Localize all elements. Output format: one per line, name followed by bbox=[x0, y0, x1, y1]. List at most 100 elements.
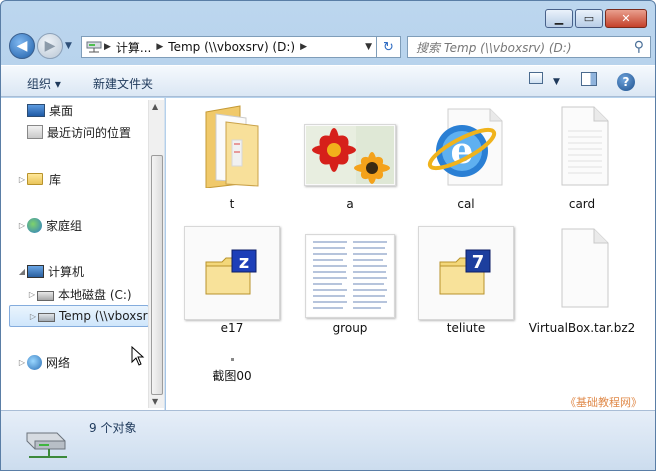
sidebar-item-libraries[interactable]: ▷ 库 bbox=[17, 168, 61, 190]
sidebar-item-label: 库 bbox=[49, 172, 62, 187]
breadcrumb-separator[interactable]: ▶ bbox=[156, 42, 163, 52]
file-item[interactable]: 截图00 bbox=[182, 342, 282, 386]
file-name: 截图00 bbox=[212, 369, 252, 383]
refresh-icon: ↻ bbox=[383, 39, 394, 55]
scroll-down-icon[interactable]: ▼ bbox=[152, 397, 158, 406]
sidebar-item-label: Temp (\\vboxsr bbox=[59, 309, 148, 323]
sidebar-item-label: 网络 bbox=[46, 355, 71, 370]
file-item[interactable]: VirtualBox.tar.bz2 bbox=[529, 224, 635, 336]
navigation-pane: 桌面 最近访问的位置 ▷ 库 ▷ 家庭组 ◢ 计算机 ▷ 本地磁盘 (C:) ▷ bbox=[1, 98, 165, 410]
computer-icon bbox=[27, 264, 44, 278]
mouse-cursor-icon bbox=[131, 346, 145, 366]
libraries-icon bbox=[27, 171, 45, 187]
sidebar-item-label: 最近访问的位置 bbox=[47, 125, 132, 140]
file-item[interactable]: a bbox=[300, 106, 400, 218]
expand-arrow-icon[interactable]: ▷ bbox=[28, 312, 38, 321]
file-item[interactable]: 7 teliute bbox=[416, 224, 516, 336]
recent-pages-button[interactable]: ▼ bbox=[65, 41, 72, 51]
recent-places-icon bbox=[27, 125, 43, 139]
sidebar-item-label: 家庭组 bbox=[46, 218, 83, 233]
forward-button[interactable]: ▶ bbox=[37, 33, 63, 59]
expand-arrow-icon[interactable]: ▷ bbox=[17, 175, 27, 184]
view-icon bbox=[529, 72, 543, 84]
forward-arrow-icon: ▶ bbox=[44, 38, 56, 54]
sidebar-item-homegroup[interactable]: ▷ 家庭组 bbox=[17, 214, 82, 236]
minimize-icon: ▁ bbox=[554, 12, 564, 25]
breadcrumb-separator[interactable]: ▶ bbox=[300, 42, 307, 52]
desktop-icon bbox=[27, 103, 45, 117]
expand-arrow-icon[interactable]: ▷ bbox=[17, 358, 27, 367]
file-name: e17 bbox=[220, 321, 244, 335]
breadcrumb-computer[interactable]: 计算... bbox=[116, 39, 151, 56]
preview-pane-button[interactable] bbox=[581, 72, 597, 86]
file-name: teliute bbox=[446, 321, 486, 335]
file-name: a bbox=[346, 197, 354, 211]
sidebar-item-desktop[interactable]: 桌面 bbox=[27, 99, 73, 121]
back-button[interactable]: ◀ bbox=[9, 33, 35, 59]
file-item[interactable]: group bbox=[300, 224, 400, 336]
file-name: VirtualBox.tar.bz2 bbox=[528, 321, 636, 335]
svg-text:7: 7 bbox=[472, 252, 485, 273]
file-item[interactable]: t bbox=[182, 105, 282, 218]
network-drive-large-icon bbox=[26, 432, 67, 458]
local-disk-icon bbox=[37, 291, 54, 301]
file-item[interactable]: z e17 bbox=[182, 224, 282, 336]
sidebar-item-label: 计算机 bbox=[48, 264, 85, 279]
sidebar-item-label: 桌面 bbox=[49, 103, 74, 118]
network-icon bbox=[27, 354, 42, 370]
search-placeholder: 搜索 Temp (\\vboxsrv) (D:) bbox=[416, 40, 572, 55]
refresh-button[interactable]: ↻ bbox=[377, 36, 401, 58]
command-bar: 组织 ▾ 新建文件夹 ▼ ? bbox=[1, 65, 655, 97]
address-dropdown-icon[interactable]: ▼ bbox=[365, 42, 372, 52]
flower-image-icon bbox=[304, 124, 396, 186]
file-name: card bbox=[568, 197, 596, 211]
sidebar-item-recent-places[interactable]: 最近访问的位置 bbox=[27, 121, 131, 143]
new-folder-button[interactable]: 新建文件夹 bbox=[93, 75, 153, 92]
help-icon: ? bbox=[617, 73, 635, 91]
sidebar-item-temp-drive[interactable]: ▷ Temp (\\vboxsr bbox=[9, 305, 149, 327]
search-icon[interactable]: ⚲ bbox=[634, 39, 644, 55]
collapse-arrow-icon[interactable]: ◢ bbox=[17, 267, 27, 276]
navigation-bar: ◀ ▶ ▼ ▶ 计算... ▶ Temp (\\vboxsrv) (D:) ▶ … bbox=[7, 33, 651, 61]
sidebar-item-local-disk-c[interactable]: ▷ 本地磁盘 (C:) bbox=[27, 283, 132, 305]
file-item[interactable]: e cal bbox=[416, 106, 516, 218]
view-options-dropdown-icon[interactable]: ▼ bbox=[553, 77, 560, 87]
expand-arrow-icon[interactable]: ▷ bbox=[17, 221, 27, 230]
back-arrow-icon: ◀ bbox=[16, 38, 28, 54]
ie-icon: e bbox=[426, 106, 506, 186]
sidebar-item-label: 本地磁盘 (C:) bbox=[58, 287, 132, 302]
sidebar-item-network[interactable]: ▷ 网络 bbox=[17, 351, 70, 373]
scroll-up-icon[interactable]: ▲ bbox=[152, 102, 158, 111]
nav-scrollbar[interactable]: ▲ ▼ bbox=[148, 100, 164, 408]
network-drive-icon bbox=[38, 312, 55, 322]
file-name: t bbox=[229, 197, 235, 211]
homegroup-icon bbox=[27, 217, 42, 233]
explorer-window: ▁ ▭ ✕ ◀ ▶ ▼ ▶ 计算... ▶ Temp (\\vboxsrv) (… bbox=[0, 0, 656, 471]
file-name: group bbox=[332, 321, 368, 335]
minimize-button[interactable]: ▁ bbox=[545, 9, 573, 28]
maximize-button[interactable]: ▭ bbox=[575, 9, 603, 28]
search-input[interactable]: 搜索 Temp (\\vboxsrv) (D:) ⚲ bbox=[407, 36, 651, 58]
folder-icon bbox=[192, 105, 272, 188]
item-count: 9 个对象 bbox=[89, 421, 137, 435]
organize-button[interactable]: 组织 ▾ bbox=[27, 75, 61, 92]
file-item[interactable]: card bbox=[532, 106, 632, 218]
expand-arrow-icon[interactable]: ▷ bbox=[27, 290, 37, 299]
change-view-button[interactable] bbox=[529, 72, 543, 84]
breadcrumb-temp-drive[interactable]: Temp (\\vboxsrv) (D:) bbox=[168, 40, 295, 54]
help-button[interactable]: ? bbox=[617, 73, 635, 91]
blank-file-icon bbox=[542, 228, 622, 308]
seven-folder-icon: 7 bbox=[418, 226, 514, 320]
close-button[interactable]: ✕ bbox=[605, 9, 647, 28]
small-image-icon bbox=[192, 354, 272, 364]
details-pane: 9 个对象 bbox=[1, 410, 655, 470]
scroll-thumb[interactable] bbox=[151, 155, 163, 395]
sidebar-item-computer[interactable]: ◢ 计算机 bbox=[17, 260, 84, 282]
network-drive-icon bbox=[86, 41, 102, 53]
text-document-icon bbox=[305, 234, 395, 318]
breadcrumb-separator[interactable]: ▶ bbox=[104, 42, 111, 52]
address-bar[interactable]: ▶ 计算... ▶ Temp (\\vboxsrv) (D:) ▶ ▼ bbox=[81, 36, 377, 58]
watermark-text: 《基础教程网》 bbox=[565, 396, 642, 409]
file-name: cal bbox=[457, 197, 475, 211]
maximize-icon: ▭ bbox=[583, 12, 595, 25]
